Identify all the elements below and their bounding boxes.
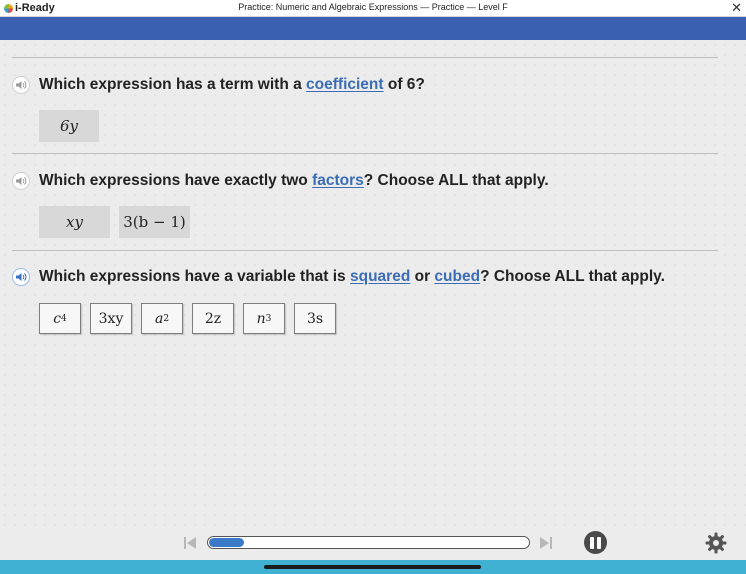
question-text-part: ? Choose ALL that apply. <box>363 172 549 189</box>
question-2: Which expressions have exactly two facto… <box>12 170 549 192</box>
question-text-part: Which expression has a term with a <box>39 76 307 93</box>
choice-tile[interactable]: 2z <box>192 303 234 334</box>
question-text-part: or <box>410 268 435 285</box>
choice-exponent: 4 <box>61 313 67 324</box>
question-text-part: ? Choose ALL that apply. <box>480 268 665 285</box>
choice-exponent: 2 <box>163 313 170 324</box>
gear-icon[interactable] <box>705 532 727 554</box>
term-link-cubed[interactable]: cubed <box>434 268 480 285</box>
choice-base: 3xy <box>98 310 124 327</box>
question-text-part: Which expressions have a variable that i… <box>39 268 350 285</box>
answer-tile[interactable]: 3(b − 1) <box>119 206 190 238</box>
answer-tile-text: 3(b − 1) <box>123 213 186 231</box>
progress-bar <box>207 536 530 549</box>
question-2-text: Which expressions have exactly two facto… <box>39 172 549 190</box>
term-link-factors[interactable]: factors <box>312 172 364 189</box>
choice-tile[interactable]: c4 <box>39 303 81 334</box>
choice-base: c <box>53 310 62 327</box>
pause-icon <box>597 536 601 549</box>
choice-base: n <box>256 310 266 327</box>
pause-button[interactable] <box>584 531 607 554</box>
divider <box>12 153 718 154</box>
term-link-squared[interactable]: squared <box>350 268 410 285</box>
answer-tile-text: 6y <box>59 117 79 135</box>
question-1: Which expression has a term with a coeff… <box>12 74 425 96</box>
divider <box>12 250 718 251</box>
answer-tile-text: xy <box>66 213 83 231</box>
skip-forward-icon[interactable] <box>539 535 553 551</box>
speaker-icon[interactable] <box>12 172 30 190</box>
question-1-text: Which expression has a term with a coeff… <box>39 76 425 94</box>
header-bar <box>0 17 746 40</box>
choice-base: a <box>154 310 164 327</box>
question-text-part: of 6? <box>383 76 425 93</box>
divider <box>12 57 718 58</box>
choice-base: 2z <box>204 310 222 327</box>
choice-base: 3s <box>306 310 324 327</box>
skip-back-icon[interactable] <box>183 535 197 551</box>
speaker-icon[interactable] <box>12 76 30 94</box>
pause-icon <box>590 536 594 549</box>
window-title: Practice: Numeric and Algebraic Expressi… <box>238 2 508 12</box>
question-3-text: Which expressions have a variable that i… <box>39 268 665 286</box>
choice-tile[interactable]: n3 <box>243 303 285 334</box>
speaker-icon[interactable] <box>12 268 30 286</box>
choice-tile[interactable]: 3xy <box>90 303 132 334</box>
term-link-coefficient[interactable]: coefficient <box>306 76 384 93</box>
question-3: Which expressions have a variable that i… <box>12 266 665 288</box>
title-bar: i-Ready Practice: Numeric and Algebraic … <box>0 0 746 17</box>
choice-exponent: 3 <box>265 313 272 324</box>
close-icon[interactable]: ✕ <box>731 0 742 16</box>
question-text-part: Which expressions have exactly two <box>39 172 313 189</box>
answer-tile[interactable]: xy <box>39 206 110 238</box>
home-indicator[interactable] <box>264 565 481 569</box>
choice-tile[interactable]: a2 <box>141 303 183 334</box>
answer-tile[interactable]: 6y <box>39 110 99 142</box>
choice-tile[interactable]: 3s <box>294 303 336 334</box>
progress-fill <box>209 538 244 547</box>
